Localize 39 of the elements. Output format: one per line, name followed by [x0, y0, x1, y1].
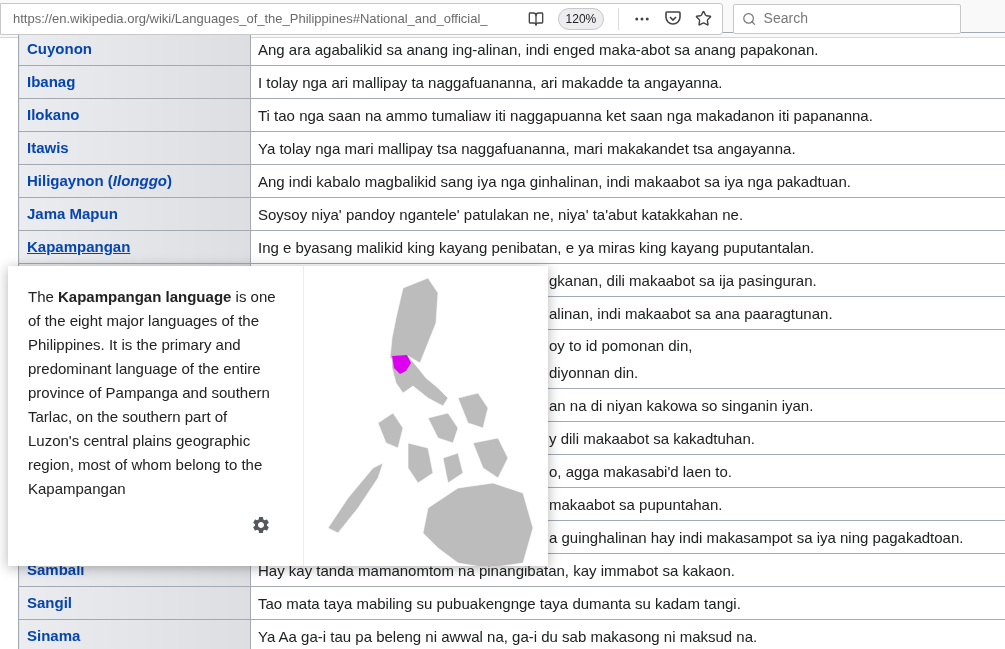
- translation-text: y dili makaabot sa kakadtuhan.: [549, 428, 756, 449]
- translation-text: oy to id pomonan din,: [549, 336, 694, 356]
- bookmark-star-icon[interactable]: [695, 10, 713, 27]
- translation-text: o, agga makasabi'd laen to.: [549, 461, 733, 482]
- translation-text: gkanan, dili makaabot sa ija pasinguran.: [549, 270, 818, 291]
- zoom-badge[interactable]: 120%: [557, 7, 605, 30]
- translation-text: Hay kay tanda mamanomtom na pinangibatan, kay immabot sa kakaon.: [258, 560, 736, 581]
- translation-text: diyonnan din.: [549, 363, 640, 383]
- translation-text: alinan, indi makaabot sa ana paaragtunan.: [549, 303, 834, 324]
- translation-text: an na di niyan kakowa so singanin iyan.: [549, 395, 815, 416]
- translation-text: Ya Aa ga-i tau pa beleng ni awwal na, ga-i du sab makasong ni maksud na.: [258, 626, 759, 647]
- language-link[interactable]: Itawis: [27, 138, 69, 156]
- translation-text: Ya tolay nga mari mallipay tsa naggafuananna, mari makakandet tsa angayanna.: [258, 138, 797, 159]
- address-bar[interactable]: https://en.wikipedia.org/wiki/Languages_of_the_Philippines#National_and_official_ 120%: [0, 2, 724, 35]
- language-link[interactable]: Ilokano: [27, 105, 80, 123]
- translation-text: Ang indi kabalo magbalikid sang iya nga ginhalinan, indi makaabot sa iya nga pakadtuan.: [258, 171, 852, 192]
- language-link[interactable]: Cuyonon: [27, 39, 92, 57]
- language-link[interactable]: Ibanag: [27, 72, 76, 90]
- translation-text: Ing e byasang malikid king kayang penibatan, e ya miras king kayang puputantalan.: [258, 237, 816, 258]
- search-field[interactable]: Search: [733, 3, 961, 34]
- translation-text: Soysoy niya' pandoy ngantele' patulakan ne, niya' ta'abut katakkahan ne.: [258, 204, 745, 225]
- translation-text: Ti tao nga saan na ammo tumaliaw iti naggapuanna ket saan nga makadanon iti papananna.: [258, 105, 874, 126]
- translation-text: Ang ara agabalikid sa anang ing-alinan, indi enged maka-abot sa anang papakonan.: [258, 39, 820, 60]
- translation-text: I tolay nga ari mallipay ta naggafuananna, ari makadde ta angayanna.: [258, 72, 724, 93]
- search-input[interactable]: Search: [763, 8, 952, 29]
- language-link[interactable]: Kapampangan: [27, 237, 131, 255]
- language-link[interactable]: Sangil: [27, 593, 72, 611]
- settings-icon[interactable]: [251, 515, 271, 535]
- search-icon: [742, 10, 757, 27]
- pocket-icon[interactable]: [665, 11, 682, 26]
- preview-extract: The Kapampangan language is one of the eight major languages of the Philippines. It is the primary and predominant language of the entire province of Pampanga and southern Tarlac, on the southern part of Luzon's central plains geographic region, most of whom belong to the Kapampangan: [28, 287, 277, 499]
- language-link[interactable]: Jama Mapun: [27, 204, 118, 222]
- translation-text: a guinghalinan hay indi makasampot sa iya ning pagakadtoan.: [549, 527, 965, 548]
- language-link[interactable]: Hiligaynon (Ilonggo): [27, 171, 172, 189]
- reader-view-icon[interactable]: [527, 10, 544, 27]
- language-link[interactable]: Sinama: [27, 626, 81, 644]
- url-text: https://en.wikipedia.org/wiki/Languages_of_the_Philippines#National_and_official_: [13, 9, 489, 28]
- translation-text: makaabot sa pupuntahan.: [549, 494, 724, 515]
- translation-text: Tao mata taya mabiling su pubuakengnge taya dumanta su kadam tangi.: [258, 593, 742, 614]
